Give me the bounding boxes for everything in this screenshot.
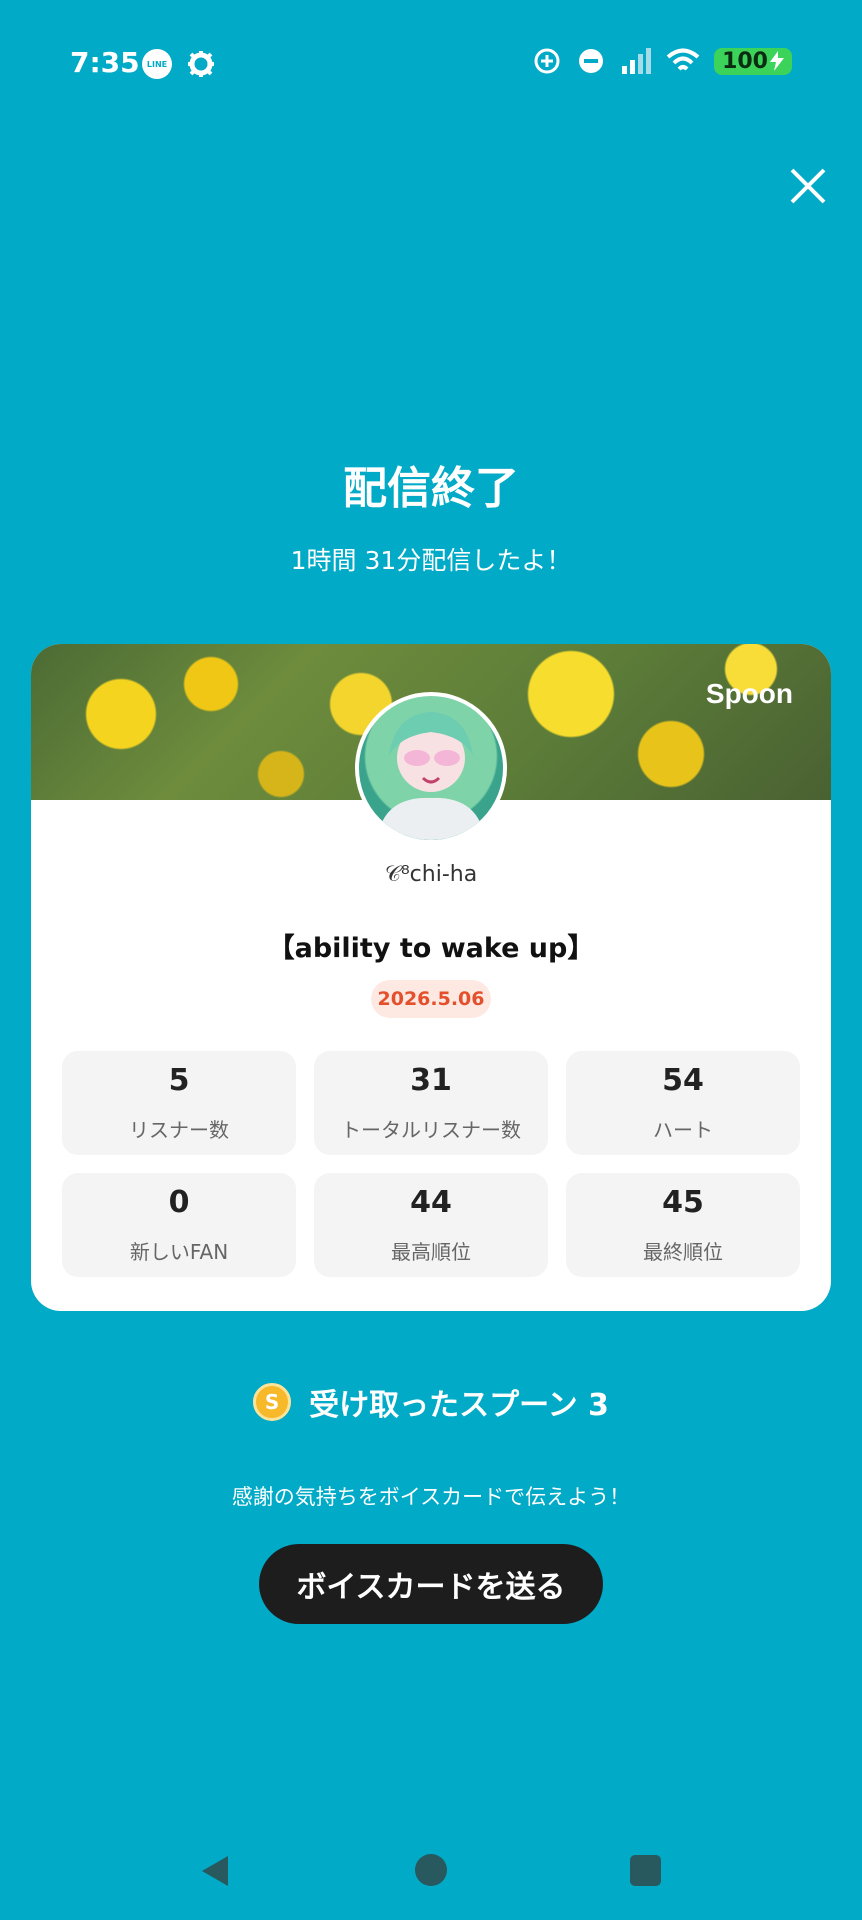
stat-value: 0 — [168, 1185, 190, 1220]
received-spoons-text: 受け取ったスプーン 3 — [309, 1388, 609, 1423]
broadcast-title: 【ability to wake up】 — [267, 933, 595, 964]
recent-apps-icon[interactable] — [630, 1855, 661, 1886]
gear-icon — [188, 51, 214, 77]
stat-highest-rank: 44 最高順位 — [314, 1173, 548, 1277]
stat-label: ハート — [653, 1118, 713, 1142]
system-nav-bar — [0, 1840, 862, 1910]
stat-listeners: 5 リスナー数 — [62, 1051, 296, 1155]
status-time: 7:35 — [70, 46, 140, 79]
stat-value: 31 — [410, 1063, 452, 1098]
avatar-illustration — [377, 712, 485, 840]
stat-value: 54 — [662, 1063, 704, 1098]
sync-icon — [534, 48, 560, 74]
stats-grid: 5 リスナー数 31 トータルリスナー数 54 ハート 0 新しいFAN 44 … — [62, 1051, 800, 1277]
stat-label: 最高順位 — [391, 1240, 471, 1264]
stat-value: 44 — [410, 1185, 452, 1220]
spoon-logo: Spoon — [705, 678, 793, 709]
page-title: 配信終了 — [343, 463, 519, 514]
stat-new-fans: 0 新しいFAN — [62, 1173, 296, 1277]
line-app-icon: LINE — [142, 49, 172, 79]
charging-icon — [770, 51, 784, 71]
stat-hearts: 54 ハート — [566, 1051, 800, 1155]
username: 𝒞⁸chi-ha — [384, 862, 478, 887]
status-left-icons: LINE — [142, 49, 216, 79]
spoon-coin-icon: S — [253, 1383, 292, 1421]
stat-value: 5 — [168, 1063, 190, 1098]
stat-label: トータルリスナー数 — [341, 1118, 521, 1142]
stat-value: 45 — [662, 1185, 704, 1220]
broadcast-duration: 1時間 31分配信したよ！ — [290, 546, 572, 575]
battery-indicator: 100 — [714, 47, 792, 75]
send-voice-card-button[interactable]: ボイスカードを送る — [259, 1544, 603, 1624]
status-bar: 7:35 LINE 100 — [0, 0, 862, 130]
received-spoons: S 受け取ったスプーン 3 — [0, 1380, 862, 1424]
stat-final-rank: 45 最終順位 — [566, 1173, 800, 1277]
wifi-icon — [666, 48, 700, 71]
stat-label: 新しいFAN — [129, 1240, 229, 1264]
thanks-message: 感謝の気持ちをボイスカードで伝えよう！ — [231, 1485, 631, 1509]
stat-label: 最終順位 — [643, 1240, 723, 1264]
do-not-disturb-icon — [579, 49, 604, 73]
signal-icon — [622, 48, 652, 74]
battery-level: 100 — [722, 48, 768, 74]
avatar — [355, 692, 507, 844]
back-icon[interactable] — [198, 1854, 232, 1888]
close-icon[interactable] — [788, 166, 828, 206]
broadcast-summary-card: Spoon 𝒞⁸chi-ha 【ability to wake up】 2026… — [31, 644, 831, 1311]
status-right-icons: 100 — [532, 46, 792, 76]
stat-total-listeners: 31 トータルリスナー数 — [314, 1051, 548, 1155]
stat-label: リスナー数 — [129, 1118, 229, 1142]
date-badge: 2026.5.06 — [371, 980, 491, 1018]
home-icon[interactable] — [415, 1854, 447, 1886]
